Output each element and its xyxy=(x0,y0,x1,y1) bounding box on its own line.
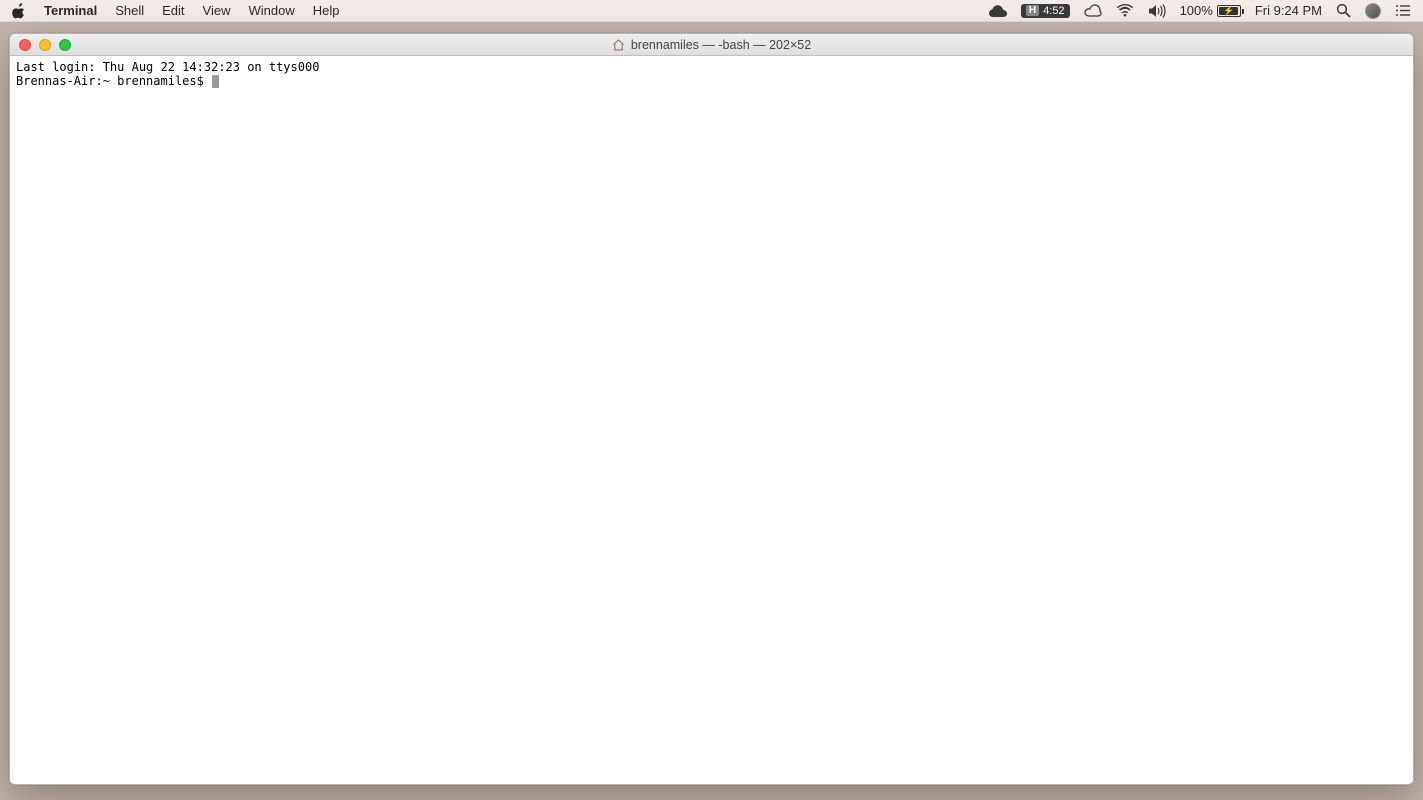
last-login-line: Last login: Thu Aug 22 14:32:23 on ttys0… xyxy=(16,60,319,74)
timer-value: 4:52 xyxy=(1043,5,1064,17)
spotlight-icon[interactable] xyxy=(1336,3,1351,18)
traffic-lights xyxy=(10,39,71,51)
timer-widget[interactable]: H 4:52 xyxy=(1021,4,1070,18)
charging-bolt-icon: ⚡ xyxy=(1223,5,1234,16)
minimize-button[interactable] xyxy=(39,39,51,51)
battery-status[interactable]: 100% ⚡ xyxy=(1180,3,1241,18)
cloud-icon[interactable] xyxy=(989,5,1007,17)
zoom-button[interactable] xyxy=(59,39,71,51)
menu-edit[interactable]: Edit xyxy=(162,3,184,18)
menu-shell[interactable]: Shell xyxy=(115,3,144,18)
shell-prompt: Brennas-Air:~ brennamiles$ xyxy=(16,74,211,88)
creative-cloud-icon[interactable] xyxy=(1084,4,1102,18)
battery-icon: ⚡ xyxy=(1217,5,1241,17)
siri-icon[interactable] xyxy=(1365,3,1381,19)
window-title: brennamiles — -bash — 202×52 xyxy=(631,38,811,52)
terminal-window: brennamiles — -bash — 202×52 Last login:… xyxy=(9,33,1414,785)
menu-help[interactable]: Help xyxy=(313,3,340,18)
apple-menu-icon[interactable] xyxy=(12,3,26,19)
close-button[interactable] xyxy=(19,39,31,51)
menu-view[interactable]: View xyxy=(203,3,231,18)
volume-icon[interactable] xyxy=(1148,4,1166,18)
clock-text[interactable]: Fri 9:24 PM xyxy=(1255,3,1322,18)
wifi-icon[interactable] xyxy=(1116,4,1134,17)
notification-center-icon[interactable] xyxy=(1395,4,1411,17)
menubar-left: Terminal Shell Edit View Window Help xyxy=(12,3,340,19)
window-title-wrap: brennamiles — -bash — 202×52 xyxy=(10,38,1413,52)
terminal-content[interactable]: Last login: Thu Aug 22 14:32:23 on ttys0… xyxy=(10,56,1413,784)
timer-prefix: H xyxy=(1026,5,1039,16)
home-icon xyxy=(612,39,625,51)
titlebar[interactable]: brennamiles — -bash — 202×52 xyxy=(10,34,1413,56)
cursor xyxy=(212,75,219,88)
battery-percent-text: 100% xyxy=(1180,3,1213,18)
menu-app-name[interactable]: Terminal xyxy=(44,3,97,18)
menubar-right: H 4:52 100% ⚡ Fri 9:24 PM xyxy=(989,3,1411,19)
macos-menubar: Terminal Shell Edit View Window Help H 4… xyxy=(0,0,1423,22)
menu-window[interactable]: Window xyxy=(249,3,295,18)
